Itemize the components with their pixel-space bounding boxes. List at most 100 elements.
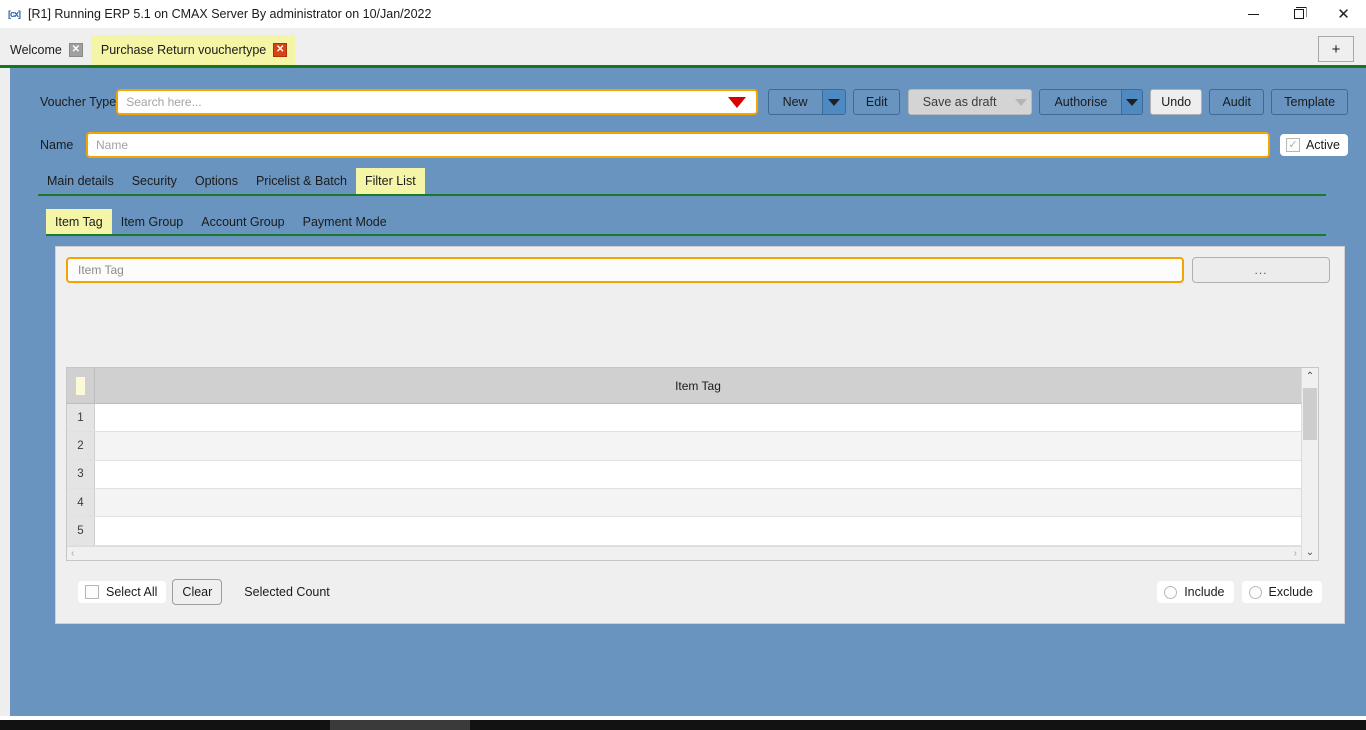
cell-item-tag[interactable] bbox=[95, 404, 1301, 431]
scroll-down-icon[interactable]: ⌄ bbox=[1302, 544, 1318, 560]
tab-security[interactable]: Security bbox=[123, 168, 186, 194]
new-button[interactable]: New bbox=[767, 89, 846, 115]
subtab-account-group[interactable]: Account Group bbox=[192, 209, 293, 234]
row-number: 1 bbox=[67, 404, 95, 432]
row-number: 4 bbox=[67, 489, 95, 517]
include-radio[interactable]: Include bbox=[1157, 581, 1234, 603]
grid-vertical-scrollbar[interactable]: ⌃ ⌄ bbox=[1301, 368, 1318, 560]
mdi-tab-purchase-return-vouchertype[interactable]: Purchase Return vouchertype ✕ bbox=[90, 35, 296, 65]
filter-list-panel: Item Tag ... Item Tag 1 2 3 4 5 ‹ › ⌃ ⌄ … bbox=[55, 246, 1345, 624]
name-label: Name bbox=[40, 138, 74, 152]
chevron-down-icon[interactable] bbox=[728, 96, 747, 108]
item-tag-input[interactable]: Item Tag bbox=[66, 257, 1184, 283]
scroll-right-icon[interactable]: › bbox=[1294, 548, 1297, 559]
table-row[interactable]: 4 bbox=[67, 489, 1301, 518]
authorise-button[interactable]: Authorise bbox=[1039, 89, 1143, 115]
new-button-label: New bbox=[782, 95, 808, 109]
cell-item-tag[interactable] bbox=[95, 517, 1301, 544]
audit-button[interactable]: Audit bbox=[1209, 89, 1264, 115]
edit-button[interactable]: Edit bbox=[852, 89, 901, 115]
radio-unselected-icon bbox=[1164, 585, 1178, 599]
checkbox-checked-icon: ✓ bbox=[1285, 138, 1300, 152]
table-row[interactable]: 2 bbox=[67, 432, 1301, 461]
mdi-tabstrip: Welcome ✕ Purchase Return vouchertype ✕ … bbox=[0, 28, 1366, 68]
radio-unselected-icon bbox=[1248, 585, 1262, 599]
maximize-icon bbox=[1293, 9, 1304, 19]
mdi-tab-close-icon[interactable]: ✕ bbox=[68, 43, 83, 57]
item-tag-grid: Item Tag 1 2 3 4 5 ‹ › ⌃ ⌄ bbox=[66, 367, 1319, 561]
name-input[interactable]: Name bbox=[86, 132, 1270, 158]
cell-item-tag[interactable] bbox=[95, 489, 1301, 516]
item-tag-search-row: Item Tag ... bbox=[56, 247, 1344, 283]
active-checkbox-label: Active bbox=[1305, 138, 1340, 152]
authorise-button-dropdown[interactable] bbox=[1121, 90, 1142, 114]
exclude-radio[interactable]: Exclude bbox=[1241, 581, 1322, 603]
select-all-label: Select All bbox=[106, 585, 158, 599]
tab-pricelist-and-batch[interactable]: Pricelist & Batch bbox=[247, 168, 356, 194]
primary-tabs: Main details Security Options Pricelist … bbox=[38, 166, 1326, 196]
subtab-payment-mode[interactable]: Payment Mode bbox=[294, 209, 396, 234]
mdi-tab-close-icon[interactable]: ✕ bbox=[273, 43, 288, 57]
minimize-button[interactable] bbox=[1231, 0, 1276, 28]
subtab-item-group[interactable]: Item Group bbox=[112, 209, 193, 234]
undo-button[interactable]: Undo bbox=[1150, 89, 1203, 115]
voucher-type-row: Voucher Type Search here... New Edit Sav… bbox=[40, 88, 1349, 116]
table-row[interactable]: 5 bbox=[67, 517, 1301, 546]
filter-panel-footer: Select All Clear Selected Count Include … bbox=[56, 572, 1344, 612]
grid-main: Item Tag 1 2 3 4 5 ‹ › bbox=[67, 368, 1301, 560]
scroll-thumb[interactable] bbox=[1303, 388, 1317, 440]
os-taskbar bbox=[0, 720, 1366, 730]
save-as-draft-dropdown[interactable] bbox=[1010, 90, 1031, 114]
table-row[interactable]: 1 bbox=[67, 404, 1301, 433]
tab-main-details[interactable]: Main details bbox=[38, 168, 123, 194]
subtab-item-tag[interactable]: Item Tag bbox=[46, 209, 112, 234]
select-all-checkbox[interactable]: Select All bbox=[78, 581, 167, 603]
maximize-button[interactable] bbox=[1276, 0, 1321, 28]
grid-header-row: Item Tag bbox=[67, 368, 1301, 404]
corner-marker-icon bbox=[76, 376, 85, 395]
row-number: 5 bbox=[67, 517, 95, 545]
row-number: 3 bbox=[67, 460, 95, 489]
mdi-tab-welcome[interactable]: Welcome ✕ bbox=[0, 35, 91, 65]
browse-button[interactable]: ... bbox=[1192, 257, 1330, 283]
checkbox-unchecked-icon bbox=[85, 585, 99, 599]
application-body: Voucher Type Search here... New Edit Sav… bbox=[0, 68, 1366, 716]
new-tab-button[interactable]: + bbox=[1318, 36, 1354, 62]
chevron-down-icon bbox=[1014, 98, 1027, 106]
exclude-radio-label: Exclude bbox=[1268, 585, 1313, 599]
save-as-draft-label: Save as draft bbox=[922, 95, 997, 109]
save-as-draft-button[interactable]: Save as draft bbox=[907, 89, 1033, 115]
table-row[interactable]: 3 bbox=[67, 460, 1301, 490]
window-titlebar: [cx] [R1] Running ERP 5.1 on CMAX Server… bbox=[0, 0, 1366, 28]
taskbar-item[interactable] bbox=[330, 720, 470, 730]
window-title: [R1] Running ERP 5.1 on CMAX Server By a… bbox=[28, 7, 432, 21]
tab-options[interactable]: Options bbox=[186, 168, 247, 194]
voucher-type-combobox[interactable]: Search here... bbox=[116, 89, 759, 115]
sub-tabs: Item Tag Item Group Account Group Paymen… bbox=[46, 208, 1326, 236]
mdi-tab-label: Purchase Return vouchertype bbox=[100, 43, 267, 57]
scroll-track[interactable] bbox=[1302, 384, 1318, 544]
name-row: Name Name ✓ Active bbox=[40, 131, 1348, 159]
cell-item-tag[interactable] bbox=[95, 461, 1301, 488]
grid-column-header-item-tag[interactable]: Item Tag bbox=[95, 379, 1301, 393]
chevron-down-icon bbox=[827, 98, 840, 106]
template-button[interactable]: Template bbox=[1271, 89, 1349, 115]
grid-horizontal-scrollbar[interactable]: ‹ › bbox=[67, 545, 1301, 560]
scroll-left-icon[interactable]: ‹ bbox=[71, 548, 74, 559]
chevron-down-icon bbox=[1126, 98, 1139, 106]
cell-item-tag[interactable] bbox=[95, 432, 1301, 459]
grid-select-corner[interactable] bbox=[67, 368, 95, 404]
new-button-dropdown[interactable] bbox=[821, 90, 845, 114]
window-controls: ✕ bbox=[1231, 0, 1366, 28]
voucher-type-input[interactable]: Search here... bbox=[126, 95, 728, 109]
active-checkbox[interactable]: ✓ Active bbox=[1279, 134, 1348, 156]
close-button[interactable]: ✕ bbox=[1321, 0, 1366, 28]
tab-filter-list[interactable]: Filter List bbox=[355, 168, 425, 194]
scroll-up-icon[interactable]: ⌃ bbox=[1302, 368, 1318, 384]
close-icon: ✕ bbox=[1337, 4, 1350, 23]
authorise-button-label: Authorise bbox=[1054, 95, 1108, 109]
clear-button[interactable]: Clear bbox=[172, 579, 223, 605]
mdi-tab-label: Welcome bbox=[10, 43, 62, 57]
include-radio-label: Include bbox=[1184, 585, 1225, 599]
row-number: 2 bbox=[67, 432, 95, 460]
